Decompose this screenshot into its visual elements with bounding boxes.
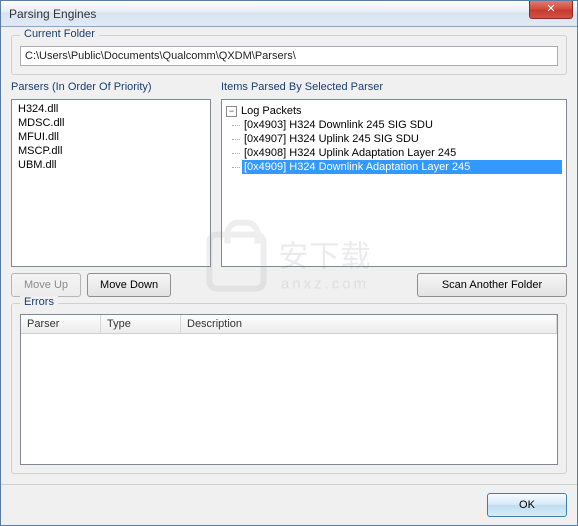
tree-root-label: Log Packets xyxy=(241,105,302,117)
window-title: Parsing Engines xyxy=(1,7,96,21)
window: Parsing Engines ✕ Current Folder Parsers… xyxy=(0,0,578,526)
tree-children: [0x4903] H324 Downlink 245 SIG SDU [0x49… xyxy=(226,118,562,174)
list-item[interactable]: H324.dll xyxy=(16,102,206,116)
ok-button[interactable]: OK xyxy=(487,493,567,517)
reorder-buttons: Move Up Move Down xyxy=(11,273,211,297)
tree-root[interactable]: − Log Packets xyxy=(226,104,562,118)
move-down-button[interactable]: Move Down xyxy=(87,273,171,297)
folder-path-input[interactable] xyxy=(20,46,558,66)
parsers-label: Parsers (In Order Of Priority) xyxy=(11,81,211,93)
parsers-listbox[interactable]: H324.dll MDSC.dll MFUI.dll MSCP.dll UBM.… xyxy=(11,99,211,267)
scan-folder-button[interactable]: Scan Another Folder xyxy=(417,273,567,297)
dialog-footer: OK xyxy=(1,484,577,525)
errors-header-row: Parser Type Description xyxy=(21,315,557,334)
parsed-items-tree[interactable]: − Log Packets [0x4903] H324 Downlink 245… xyxy=(221,99,567,267)
titlebar: Parsing Engines ✕ xyxy=(1,1,577,27)
errors-col-description[interactable]: Description xyxy=(181,315,557,333)
tree-item[interactable]: [0x4907] H324 Uplink 245 SIG SDU xyxy=(242,132,562,146)
errors-col-type[interactable]: Type xyxy=(101,315,181,333)
errors-label: Errors xyxy=(20,296,58,308)
middle-columns: Parsers (In Order Of Priority) H324.dll … xyxy=(11,81,567,297)
close-button[interactable]: ✕ xyxy=(529,1,573,19)
move-up-button[interactable]: Move Up xyxy=(11,273,81,297)
scan-row: Scan Another Folder xyxy=(221,273,567,297)
collapse-icon[interactable]: − xyxy=(226,106,237,117)
list-item[interactable]: MDSC.dll xyxy=(16,116,206,130)
list-item[interactable]: UBM.dll xyxy=(16,158,206,172)
tree-item[interactable]: [0x4903] H324 Downlink 245 SIG SDU xyxy=(242,118,562,132)
errors-table[interactable]: Parser Type Description xyxy=(20,314,558,465)
errors-col-parser[interactable]: Parser xyxy=(21,315,101,333)
list-item[interactable]: MFUI.dll xyxy=(16,130,206,144)
tree-item[interactable]: [0x4909] H324 Downlink Adaptation Layer … xyxy=(242,160,562,174)
tree-item[interactable]: [0x4908] H324 Uplink Adaptation Layer 24… xyxy=(242,146,562,160)
current-folder-group: Current Folder xyxy=(11,35,567,75)
tree-column: Items Parsed By Selected Parser − Log Pa… xyxy=(221,81,567,297)
content-area: Current Folder Parsers (In Order Of Prio… xyxy=(1,27,577,484)
parsers-column: Parsers (In Order Of Priority) H324.dll … xyxy=(11,81,211,297)
list-item[interactable]: MSCP.dll xyxy=(16,144,206,158)
tree-label: Items Parsed By Selected Parser xyxy=(221,81,567,93)
current-folder-label: Current Folder xyxy=(20,28,99,40)
errors-group: Errors Parser Type Description xyxy=(11,303,567,474)
